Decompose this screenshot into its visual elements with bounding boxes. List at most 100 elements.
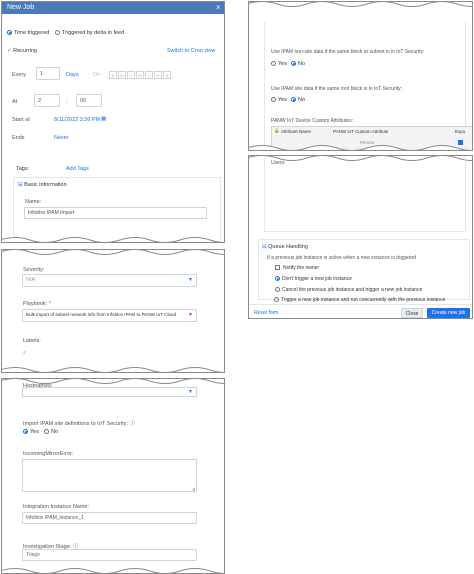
at-minute-input[interactable]: [76, 94, 102, 107]
column-attribute-name[interactable]: Attribute Name: [281, 129, 311, 134]
new-job-panel-bottom: Hostnames: ▼ Import IPAM site definition…: [1, 378, 225, 574]
labels-label: Labels:: [23, 338, 41, 344]
queue-handling-section: ⊟ Queue Handling If a previous job insta…: [258, 239, 470, 300]
ipam-options-panel: Use IPAM non-site data if the same block…: [248, 1, 473, 151]
name-label: Name:: [25, 199, 42, 205]
queue-handling-panel: Users: ⊟ Queue Handling If a previous jo…: [248, 155, 473, 319]
torn-edge: [2, 568, 224, 573]
help-icon[interactable]: ⓘ: [129, 421, 135, 427]
radio-icon: [274, 297, 279, 303]
column-export[interactable]: Expo: [455, 129, 465, 134]
torn-edge: [2, 237, 224, 242]
checkbox-icon: [275, 265, 280, 271]
recurring-checkbox[interactable]: ✓ Recurring: [7, 48, 37, 54]
radio-icon: [44, 429, 49, 435]
site-yes-radio[interactable]: Yes: [271, 97, 287, 103]
basic-info-section: ⊟ Basic Information Name:: [13, 177, 221, 242]
radio-icon: [291, 97, 296, 103]
section-border: [264, 156, 466, 232]
chevron-down-icon: ▼: [188, 312, 193, 318]
non-site-no-radio[interactable]: No: [291, 61, 305, 67]
day-mon[interactable]: M: [118, 71, 126, 79]
check-icon: ✓: [7, 48, 12, 54]
incoming-error-label: IncomingMirrorError:: [23, 451, 74, 457]
chevron-down-icon: ▼: [188, 389, 193, 395]
site-no-radio[interactable]: No: [291, 97, 305, 103]
queue-description: If a previous job instance is active whe…: [267, 255, 416, 261]
every-label: Every: [12, 72, 27, 78]
radio-icon: [55, 30, 60, 36]
queue-handling-title[interactable]: ⊟ Queue Handling: [262, 244, 308, 250]
option-dont-trigger[interactable]: Don't trigger a new job instance: [275, 276, 352, 282]
radio-icon: [275, 287, 280, 293]
create-job-button[interactable]: Create new job: [427, 308, 470, 318]
collapse-icon: ⊟: [18, 182, 23, 188]
torn-edge: [249, 145, 472, 150]
site-data-label: Use IPAM site data if the same root bloc…: [271, 86, 402, 92]
torn-edge: [2, 250, 224, 255]
chevron-down-icon: ▼: [188, 277, 193, 283]
import-yes-radio[interactable]: Yes: [23, 429, 39, 435]
investigation-stage-input[interactable]: [22, 549, 197, 561]
radio-icon: [7, 30, 12, 36]
day-sat[interactable]: S: [163, 71, 171, 79]
calendar-icon[interactable]: ▦: [101, 116, 106, 122]
option-cancel-previous[interactable]: Cancel the previous job instance and tri…: [275, 287, 422, 293]
close-button[interactable]: Close: [401, 308, 423, 318]
new-job-panel-middle: Severity: N/A ▼ Playbook: * Bulk import …: [1, 249, 225, 373]
ends-select[interactable]: Never: [54, 135, 69, 141]
time-triggered-radio[interactable]: Time triggered: [7, 30, 49, 36]
resize-handle-icon[interactable]: ◢: [192, 486, 195, 491]
playbook-select[interactable]: Bulk import of subnet network info from …: [22, 309, 197, 322]
column-custom-attribute[interactable]: PANW IoT Custom Attribute: [333, 129, 388, 134]
day-thu[interactable]: T: [145, 71, 153, 79]
at-hour-input[interactable]: [34, 94, 60, 107]
non-site-yes-radio[interactable]: Yes: [271, 61, 287, 67]
new-job-panel-top: New Job × Time triggered Triggered by de…: [1, 1, 225, 243]
severity-select[interactable]: N/A ▼: [22, 274, 197, 287]
radio-icon: [291, 61, 296, 67]
lock-icon: 🔒: [274, 128, 280, 133]
dialog-title: New Job: [7, 4, 35, 11]
import-no-radio[interactable]: No: [44, 429, 58, 435]
non-site-data-label: Use IPAM non-site data if the same block…: [271, 49, 425, 55]
day-sun[interactable]: S: [109, 71, 117, 79]
tags-label: Tags:: [16, 166, 30, 172]
day-wed[interactable]: W: [136, 71, 144, 79]
dialog-footer: Reset form Close Create new job: [249, 304, 472, 318]
at-label: At: [12, 99, 18, 105]
playbook-label: Playbook: *: [23, 301, 51, 307]
every-unit-select[interactable]: Days: [66, 72, 79, 78]
option-run-concurrently[interactable]: Trigger a new job instance and run concu…: [274, 297, 445, 303]
ends-label: Ends: [12, 135, 25, 141]
integration-name-input[interactable]: [22, 512, 197, 524]
radio-icon: [23, 429, 28, 435]
name-input[interactable]: [24, 207, 207, 219]
radio-icon: [271, 97, 276, 103]
radio-icon: [271, 61, 276, 67]
day-tue[interactable]: T: [127, 71, 135, 79]
incoming-error-textarea[interactable]: ◢: [22, 459, 197, 492]
torn-edge: [2, 367, 224, 372]
notify-owner-checkbox[interactable]: Notify the owner: [275, 265, 319, 271]
hostnames-select[interactable]: ▼: [22, 387, 197, 397]
reset-form-link[interactable]: Reset form: [254, 310, 278, 316]
severity-label: Severity:: [23, 267, 45, 273]
on-label: On: [93, 72, 101, 78]
labels-count: 2: [23, 350, 26, 355]
custom-attributes-label: PANW IoT Device Custom Attributes:: [271, 118, 354, 124]
delta-triggered-radio[interactable]: Triggered by delta in feed: [55, 30, 124, 36]
dialog-header: New Job ×: [2, 2, 224, 14]
torn-edge: [249, 2, 472, 7]
start-date-picker[interactable]: 8/11/2022 3:26 PM: [54, 117, 100, 123]
add-tags-link[interactable]: Add Tags: [66, 166, 89, 172]
import-ipam-label: Import IPAM site definitions to IoT Secu…: [23, 421, 135, 427]
switch-cron-link[interactable]: Switch to Cron view: [167, 48, 215, 54]
collapse-icon: ⊟: [262, 244, 267, 250]
every-input[interactable]: [36, 67, 60, 80]
basic-info-title[interactable]: ⊟ Basic Information: [18, 182, 67, 188]
at-separator: :: [66, 99, 68, 105]
radio-icon: [275, 276, 280, 282]
close-icon[interactable]: ×: [216, 3, 221, 12]
day-fri[interactable]: F: [154, 71, 162, 79]
